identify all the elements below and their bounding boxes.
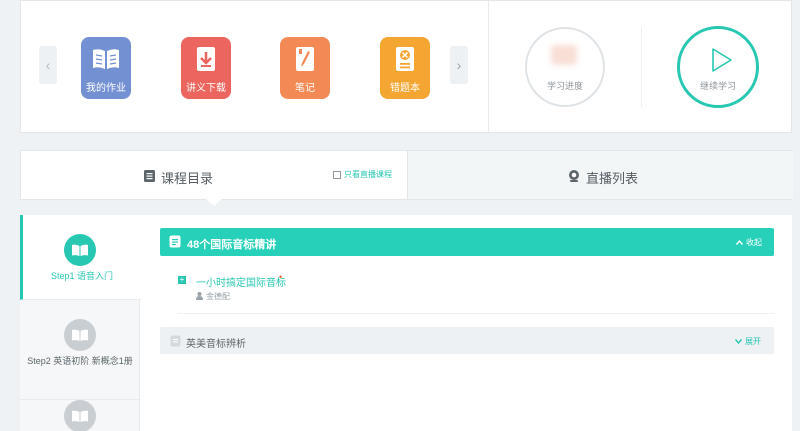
error-book-button[interactable]: 错题本 [380, 37, 430, 99]
chevron-right-icon: › [456, 57, 462, 73]
tools-panel: ‹ 我的作业 讲义下载 笔记 错题本 › 学习进度 继续学习 [20, 0, 792, 134]
step-item-2-label: Step2 英语初阶 新概念1册 [27, 356, 133, 366]
carousel-prev-button[interactable]: ‹ [39, 46, 57, 84]
carousel-next-button[interactable]: › [450, 46, 468, 84]
homework-label: 我的作业 [86, 83, 126, 94]
only-live-filter[interactable]: 只看直播课程 [333, 169, 392, 180]
step-item-3[interactable] [20, 400, 140, 431]
error-book-label: 错题本 [390, 83, 420, 94]
tab-course-catalog-label: 课程目录 [161, 171, 214, 186]
list-icon [144, 170, 155, 185]
tab-course-catalog[interactable]: 课程目录 只看直播课程 [21, 151, 407, 199]
continue-learning-button[interactable]: 继续学习 [677, 26, 759, 108]
study-progress-label: 学习进度 [546, 81, 583, 91]
open-book-icon [64, 400, 96, 431]
lesson-type-icon: + [178, 275, 186, 284]
user-icon [196, 291, 203, 302]
lesson-divider [178, 313, 774, 314]
lesson-title[interactable]: 一小时搞定国际音标 [196, 274, 286, 289]
expand-label: 展开 [745, 337, 761, 346]
lesson-teacher: 金德配 [196, 291, 230, 302]
step-item-1[interactable]: Step1 语音入门 [20, 215, 141, 300]
handout-download-label: 讲义下载 [186, 83, 226, 94]
collapse-toggle[interactable]: 收起 [735, 237, 762, 248]
active-tab-pointer [206, 199, 222, 206]
tab-live-list[interactable]: 直播列表 [407, 151, 793, 199]
section-header-expanded[interactable]: 48个国际音标精讲 收起 [160, 228, 774, 256]
section-title: 48个国际音标精讲 [187, 239, 277, 251]
open-book-icon [64, 319, 96, 351]
play-icon [711, 47, 733, 78]
collapse-label: 收起 [746, 238, 762, 247]
webcam-icon [568, 170, 580, 185]
progress-value-blurred [551, 45, 577, 65]
tab-live-list-label: 直播列表 [586, 171, 639, 186]
document-icon [169, 235, 181, 253]
homework-button[interactable]: 我的作业 [81, 37, 131, 99]
notes-label: 笔记 [295, 83, 315, 94]
only-live-label: 只看直播课程 [344, 170, 392, 179]
chevron-left-icon: ‹ [45, 57, 51, 73]
only-live-checkbox[interactable] [333, 170, 341, 179]
chevron-up-icon [735, 238, 744, 247]
expand-toggle[interactable]: 展开 [734, 336, 761, 347]
error-book-icon [380, 45, 430, 73]
open-book-icon [64, 234, 96, 266]
section-header-collapsed[interactable]: 英美音标辨析 展开 [160, 327, 774, 354]
teacher-name: 金德配 [206, 292, 230, 301]
download-icon [181, 45, 231, 73]
study-progress[interactable]: 学习进度 [525, 27, 605, 107]
continue-learning-label: 继续学习 [699, 81, 736, 91]
course-content: Step1 语音入门 Step2 英语初阶 新概念1册 48个国际音标精讲 收起… [20, 215, 792, 431]
new-indicator: • [279, 272, 283, 282]
panel-divider-2 [641, 27, 642, 107]
book-icon [81, 45, 131, 73]
step-item-1-label: Step1 语音入门 [50, 271, 114, 281]
document-icon [170, 334, 181, 352]
chevron-down-icon [734, 337, 743, 346]
content-tabs: 课程目录 只看直播课程 直播列表 [20, 150, 793, 206]
section-title: 英美音标辨析 [186, 339, 246, 350]
notes-button[interactable]: 笔记 [280, 37, 330, 99]
panel-divider [488, 1, 489, 134]
handout-download-button[interactable]: 讲义下载 [181, 37, 231, 99]
step-sidebar: Step1 语音入门 Step2 英语初阶 新概念1册 [20, 215, 141, 431]
note-icon [280, 45, 330, 73]
step-item-2[interactable]: Step2 英语初阶 新概念1册 [20, 300, 140, 400]
